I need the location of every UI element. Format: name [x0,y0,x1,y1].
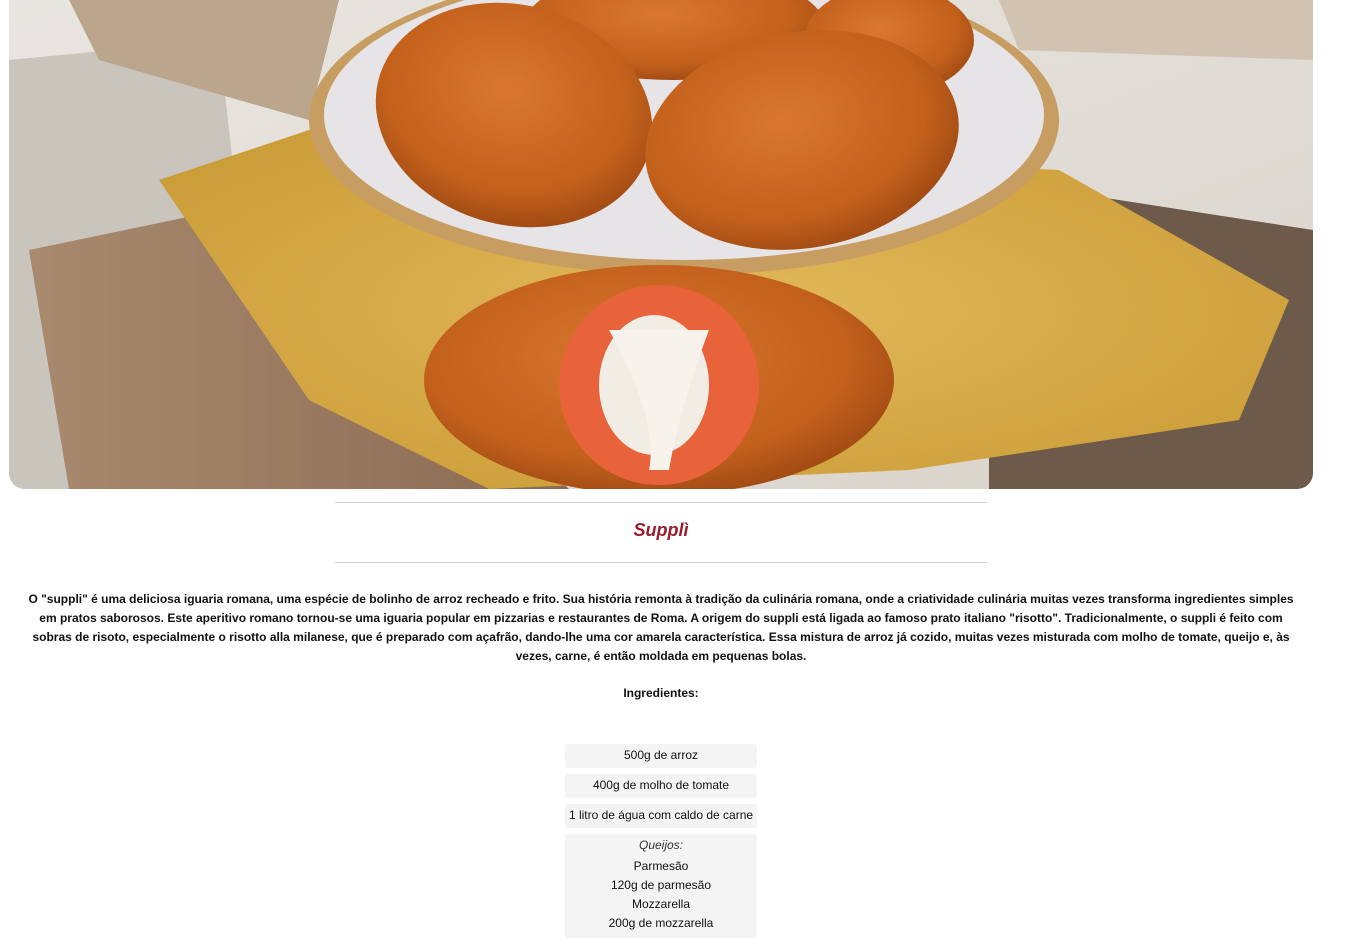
ingredient-item: 1 litro de água com caldo de carne [565,804,757,828]
recipe-page: Supplì O "suppli" é uma deliciosa iguari… [0,0,1354,951]
recipe-description: O "suppli" é uma deliciosa iguaria roman… [28,592,1294,663]
ingredient-sub-item: 200g de mozzarella [608,916,714,930]
title-divider-top [335,502,987,503]
ingredient-sub-item: 120g de parmesão [610,878,712,892]
recipe-title: Supplì [633,520,689,540]
ingredient-sub-item: Parmesão [633,859,689,873]
ingredient-group-label: Queijos: [638,838,684,852]
ingredients-list: 500g de arroz 400g de molho de tomate 1 … [565,744,757,944]
ingredient-item: 500g de arroz [565,744,757,768]
title-divider-bottom [335,562,987,563]
recipe-hero-image [9,0,1313,489]
ingredient-group-cheeses: Queijos: Parmesão 120g de parmesão Mozza… [565,834,757,938]
ingredient-item: 400g de molho de tomate [565,774,757,798]
ingredient-sub-item: Mozzarella [631,897,691,911]
ingredients-heading: Ingredientes: [623,686,699,700]
